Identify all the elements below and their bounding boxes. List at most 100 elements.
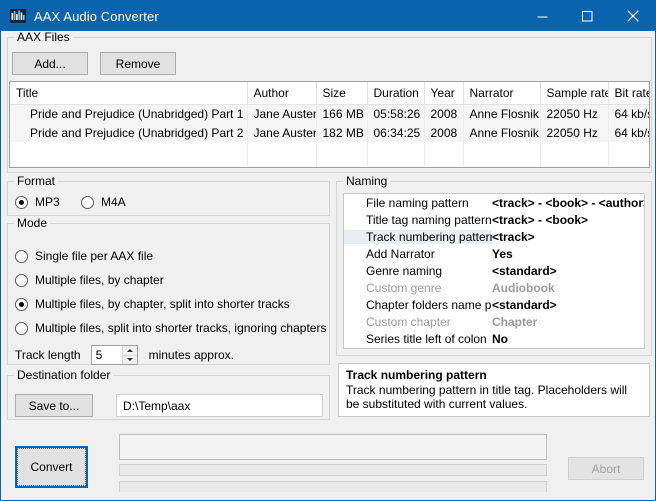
table-row[interactable]: Pride and Prejudice (Unabridged) Part 2 … (10, 123, 649, 142)
spin-down-button[interactable] (123, 356, 137, 365)
naming-property-list[interactable]: File naming pattern <track> - <book> - <… (343, 193, 645, 349)
description-title: Track numbering pattern (346, 368, 643, 382)
format-legend: Format (14, 175, 58, 187)
format-option-m4a[interactable]: M4A (81, 195, 126, 209)
naming-row-add-narrator[interactable]: Add Narrator Yes (344, 245, 644, 262)
column-header-size[interactable]: Size (316, 82, 367, 104)
log-output-box (119, 434, 547, 460)
mode-legend: Mode (14, 217, 50, 229)
track-length-stepper[interactable]: 5 (91, 345, 138, 365)
naming-value: <track> - <book> - <author> (492, 196, 644, 210)
naming-row-chapter-folders-name-prefix[interactable]: Chapter folders name prefi <standard> (344, 296, 644, 313)
mode-option-by-chapter-label: Multiple files, by chapter (35, 273, 164, 287)
radio-m4a-icon (81, 196, 94, 209)
column-header-duration[interactable]: Duration (367, 82, 424, 104)
naming-value: <standard> (492, 264, 557, 278)
convert-button[interactable]: Convert (15, 446, 88, 488)
mode-option-by-chapter-split[interactable]: Multiple files, by chapter, split into s… (15, 297, 290, 311)
spin-up-button[interactable] (123, 346, 137, 356)
cell-sample-rate: 22050 Hz (540, 123, 608, 142)
aax-files-legend: AAX Files (14, 31, 73, 43)
naming-row-genre-naming[interactable]: Genre naming <standard> (344, 262, 644, 279)
property-description-panel: Track numbering pattern Track numbering … (338, 363, 650, 417)
cell-size: 166 MB (316, 104, 367, 123)
naming-label: Title tag naming pattern (344, 213, 492, 227)
naming-value: Chapter (492, 315, 537, 329)
window-title: AAX Audio Converter (34, 9, 159, 24)
naming-label: Add Narrator (344, 247, 492, 261)
cell-duration: 06:34:25 (367, 123, 424, 142)
chevron-up-icon (127, 349, 133, 352)
naming-row-track-numbering-pattern[interactable]: Track numbering pattern <track> (344, 228, 644, 245)
track-length-spin-buttons (122, 346, 137, 364)
description-body: Track numbering pattern in title tag. Pl… (346, 383, 643, 411)
add-button-label: Add... (34, 57, 65, 71)
naming-row-file-naming-pattern[interactable]: File naming pattern <track> - <book> - <… (344, 194, 644, 211)
column-header-bit-rate[interactable]: Bit rate (608, 82, 649, 104)
naming-label: Series title left of colon (344, 332, 492, 346)
column-header-sample-rate[interactable]: Sample rate (540, 82, 608, 104)
track-length-suffix: minutes approx. (149, 348, 234, 362)
column-header-title[interactable]: Title (10, 82, 247, 104)
maximize-button[interactable] (565, 1, 610, 31)
destination-path-input[interactable]: D:\Temp\aax (116, 394, 323, 417)
file-list-table[interactable]: Title Author Size Duration Year Narrator… (9, 81, 650, 168)
remove-button[interactable]: Remove (100, 52, 176, 75)
close-button[interactable] (610, 1, 655, 31)
status-strip (1, 492, 655, 500)
table-row-empty[interactable] (10, 161, 649, 168)
cell-duration: 05:58:26 (367, 104, 424, 123)
mode-option-split-ignore-chapters[interactable]: Multiple files, split into shorter track… (15, 321, 326, 335)
progress-bar-overall (119, 464, 547, 476)
column-header-author[interactable]: Author (247, 82, 316, 104)
save-to-button-label: Save to... (29, 399, 80, 413)
cell-title: Pride and Prejudice (Unabridged) Part 1 (10, 104, 247, 123)
cell-sample-rate: 22050 Hz (540, 104, 608, 123)
minimize-button[interactable] (520, 1, 565, 31)
table-row[interactable]: Pride and Prejudice (Unabridged) Part 1 … (10, 104, 649, 123)
mode-option-single-file-label: Single file per AAX file (35, 249, 153, 263)
close-icon (627, 10, 639, 22)
cell-narrator: Anne Flosnik (463, 123, 540, 142)
abort-button-label: Abort (592, 462, 621, 476)
abort-button[interactable]: Abort (568, 457, 644, 480)
mode-option-by-chapter-split-label: Multiple files, by chapter, split into s… (35, 297, 290, 311)
cell-year: 2008 (424, 104, 463, 123)
cell-author: Jane Austen (247, 104, 316, 123)
naming-row-long-book-title[interactable]: Long book title No (344, 347, 644, 349)
window-controls (520, 1, 655, 31)
save-to-button[interactable]: Save to... (15, 394, 93, 417)
track-length-value[interactable]: 5 (92, 346, 122, 364)
remove-button-label: Remove (116, 57, 161, 71)
add-button[interactable]: Add... (12, 52, 88, 75)
table-row-empty[interactable] (10, 142, 649, 161)
naming-label: File naming pattern (344, 196, 492, 210)
naming-label: Genre naming (344, 264, 492, 278)
title-bar: AAX Audio Converter (1, 1, 655, 31)
naming-value: <standard> (492, 298, 557, 312)
app-window: AAX Audio Converter AAX Files Add.. (0, 0, 656, 501)
mode-group: Mode (7, 223, 330, 365)
naming-label: Long book title (344, 349, 492, 350)
convert-button-focus-ring: Convert (17, 448, 86, 486)
format-option-m4a-label: M4A (101, 195, 126, 209)
format-option-mp3[interactable]: MP3 (15, 195, 60, 209)
waveform-icon (10, 9, 26, 23)
column-header-year[interactable]: Year (424, 82, 463, 104)
destination-legend: Destination folder (14, 369, 113, 381)
cell-narrator: Anne Flosnik (463, 104, 540, 123)
naming-row-title-tag-naming-pattern[interactable]: Title tag naming pattern <track> - <book… (344, 211, 644, 228)
naming-value: No (492, 332, 508, 346)
cell-bit-rate: 64 kb/s (608, 104, 649, 123)
mode-option-split-ignore-chapters-label: Multiple files, split into shorter track… (35, 321, 326, 335)
naming-row-custom-genre: Custom genre Audiobook (344, 279, 644, 296)
column-header-narrator[interactable]: Narrator (463, 82, 540, 104)
radio-single-file-icon (15, 250, 28, 263)
mode-option-by-chapter[interactable]: Multiple files, by chapter (15, 273, 164, 287)
naming-label: Track numbering pattern (344, 230, 492, 244)
naming-value: Audiobook (492, 281, 555, 295)
maximize-icon (582, 11, 593, 22)
naming-row-series-title-left-of-colon[interactable]: Series title left of colon No (344, 330, 644, 347)
mode-option-single-file[interactable]: Single file per AAX file (15, 249, 153, 263)
cell-title: Pride and Prejudice (Unabridged) Part 2 (10, 123, 247, 142)
